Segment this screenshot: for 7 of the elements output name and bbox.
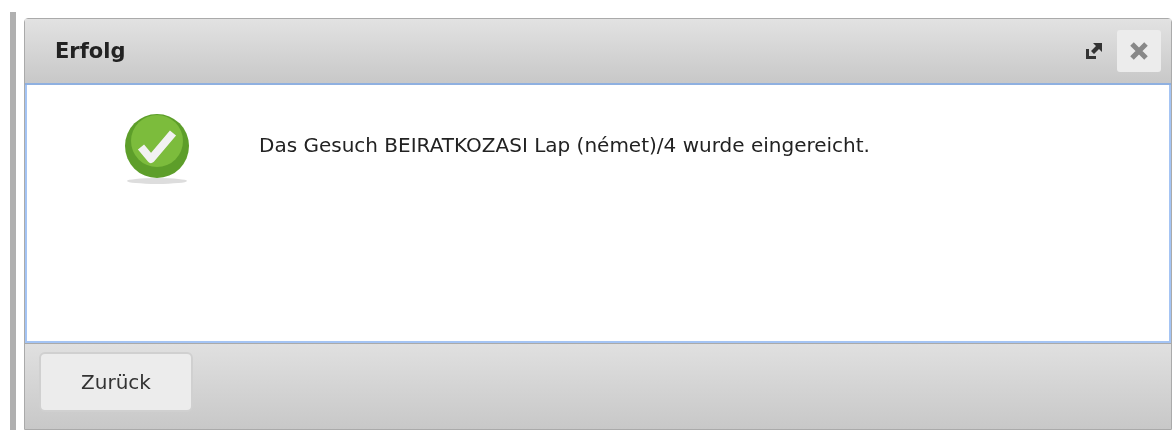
close-icon — [1129, 41, 1149, 61]
pop-out-icon[interactable] — [1085, 42, 1103, 60]
dialog-title: Erfolg — [55, 39, 127, 63]
message-text: Das Gesuch BEIRATKOZASI Lap (német)/4 wurde eingereicht. — [259, 133, 870, 157]
success-check-icon — [123, 113, 191, 185]
back-button[interactable]: Zurück — [39, 352, 193, 412]
close-button[interactable] — [1117, 30, 1161, 72]
